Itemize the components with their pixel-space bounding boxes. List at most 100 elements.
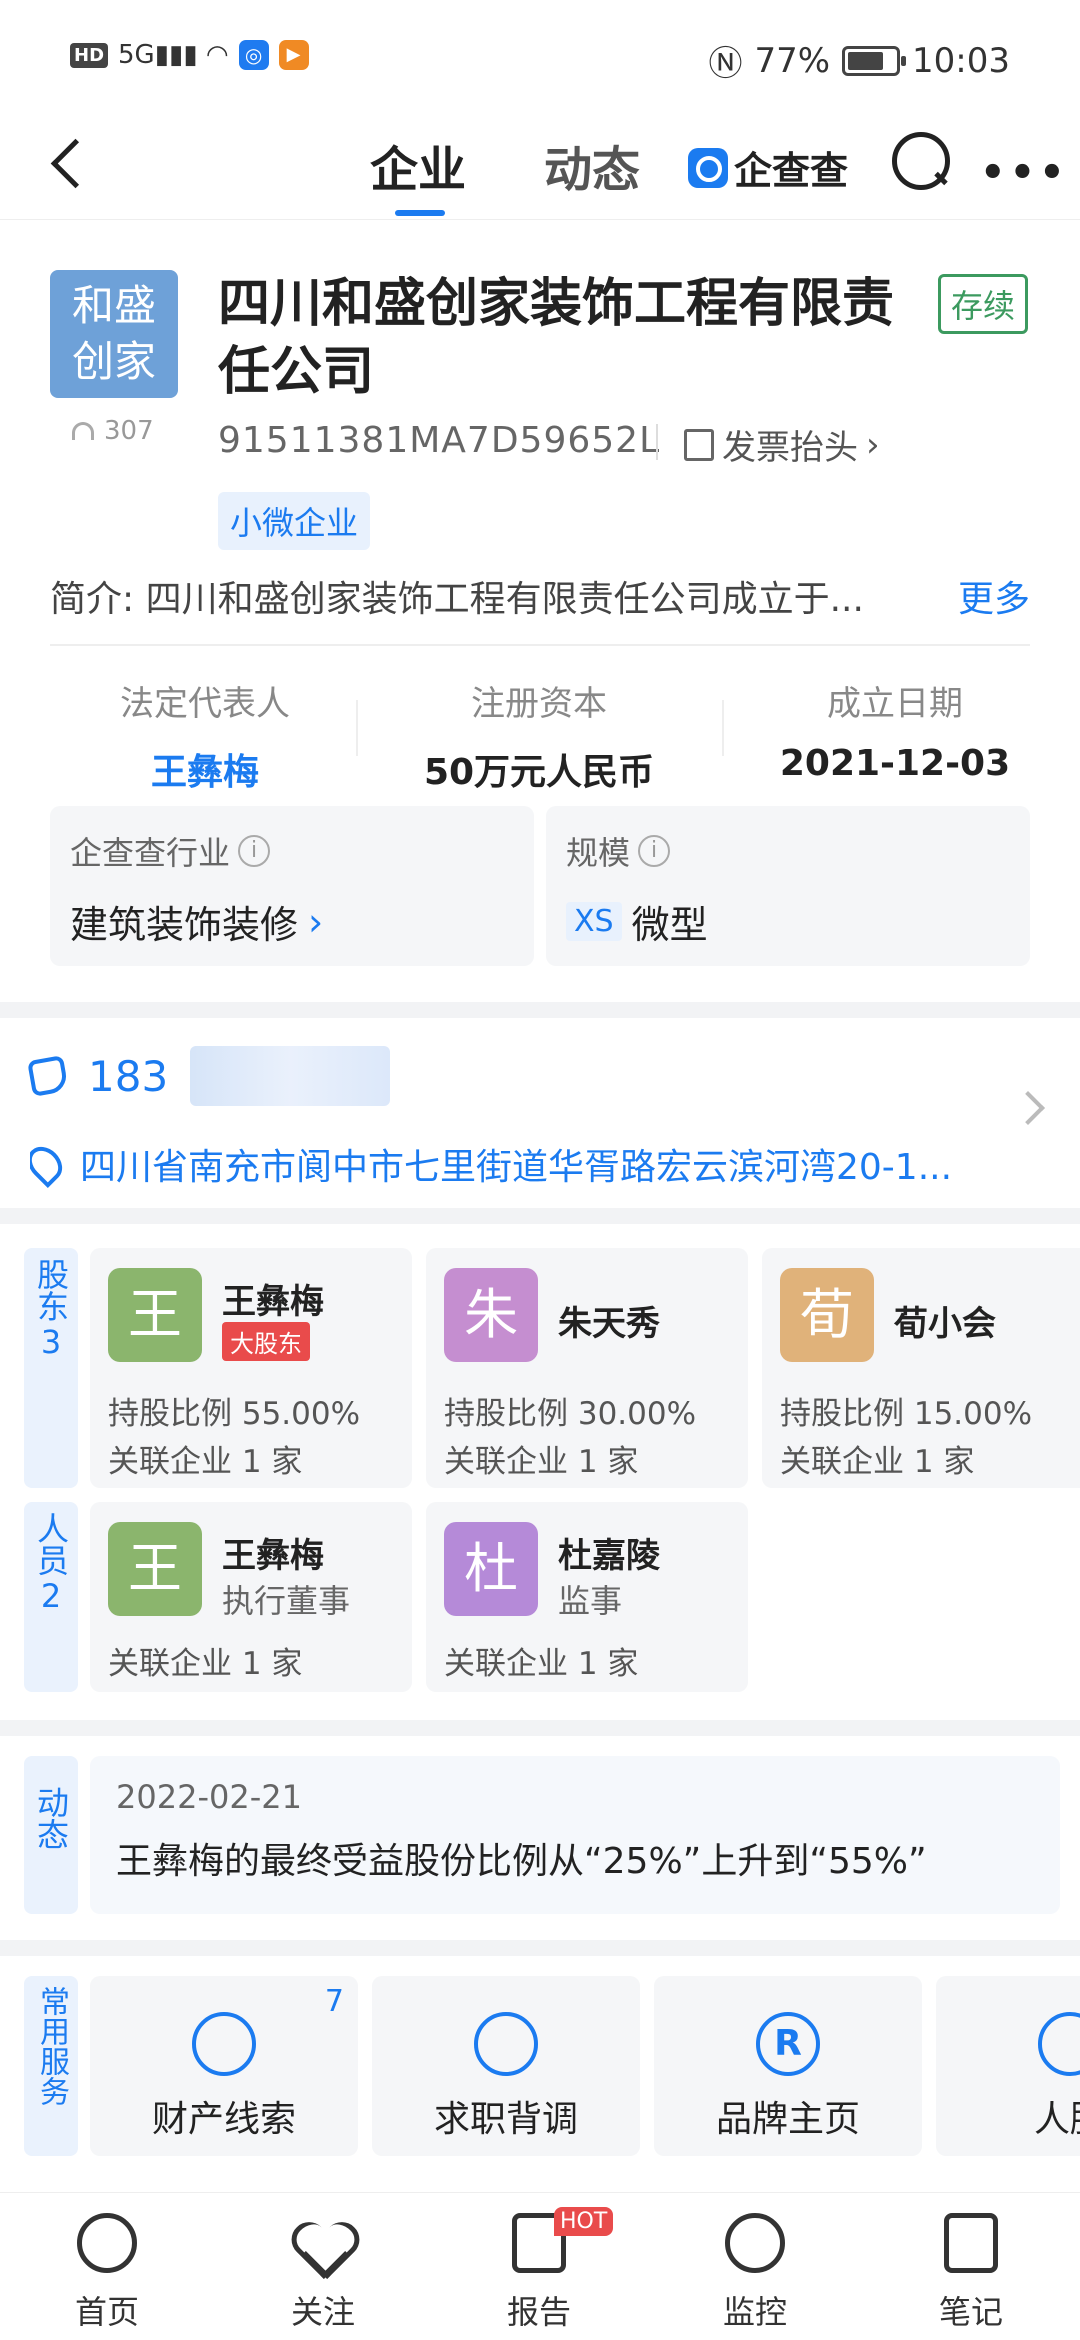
shareholders-count: 3 xyxy=(40,1323,62,1361)
personnel-label[interactable]: 人员 2 xyxy=(24,1502,78,1692)
share-ratio: 持股比例 55.00% xyxy=(108,1388,360,1433)
invoice-header-link[interactable]: 发票抬头 › xyxy=(684,420,880,469)
related-value: 1 家 xyxy=(913,1444,975,1480)
location-pin-icon xyxy=(30,1139,70,1189)
app-notification-icon: ◎ xyxy=(238,40,269,70)
shareholder-card[interactable]: 王 王彝梅 大股东 持股比例 55.00% 关联企业 1 家 xyxy=(90,1248,412,1488)
related-value: 1 家 xyxy=(577,1646,639,1682)
company-name: 四川和盛创家装饰工程有限责任公司 xyxy=(218,274,895,402)
company-tag[interactable]: 小微企业 xyxy=(218,492,371,550)
avatar: 朱 xyxy=(444,1268,538,1362)
tab-dynamics[interactable]: 动态 xyxy=(544,130,640,200)
section-gap xyxy=(0,1940,1080,1956)
related-companies: 关联企业 1 家 xyxy=(444,1436,638,1481)
services-label: 常用服务 xyxy=(24,1976,78,2156)
chevron-right-icon[interactable] xyxy=(1011,1091,1045,1125)
dynamic-label-text: 动态 xyxy=(32,1786,70,1850)
brand-logo: 企查查 xyxy=(688,140,848,195)
avatar: 王 xyxy=(108,1522,202,1616)
section-gap xyxy=(0,1002,1080,1018)
service-label: 品牌主页 xyxy=(715,2099,860,2140)
search-icon[interactable] xyxy=(890,130,950,190)
phone-row[interactable]: 183 xyxy=(27,1046,391,1106)
clock: 10:03 xyxy=(912,40,1010,81)
shareholder-card[interactable]: 荀 荀小会 持股比例 15.00% 关联企业 1 家 xyxy=(762,1248,1080,1488)
qcc-logo-icon xyxy=(688,147,728,188)
shareholder-card[interactable]: 朱 朱天秀 持股比例 30.00% 关联企业 1 家 xyxy=(426,1248,748,1488)
person-name: 王彝梅 xyxy=(222,1536,324,1576)
legal-rep[interactable]: 法定代表人 王彝梅 xyxy=(50,676,360,795)
person-role: 执行董事 xyxy=(222,1582,351,1620)
personnel-card[interactable]: 杜 杜嘉陵 监事 关联企业 1 家 xyxy=(426,1502,748,1692)
nav-bar: 企业 动态 企查查 ••• xyxy=(0,110,1080,220)
service-property-clue[interactable]: 7 财产线索 xyxy=(90,1976,358,2156)
phone-number[interactable]: 183 xyxy=(88,1052,168,1101)
dynamic-card[interactable]: 2022-02-21 王彝梅的最终受益股份比例从“25%”上升到“55%” xyxy=(90,1756,1060,1914)
related-label: 关联企业 xyxy=(444,1646,568,1682)
related-label: 关联企业 xyxy=(108,1646,232,1682)
more-icon[interactable]: ••• xyxy=(980,150,1069,196)
dynamic-text: 王彝梅的最终受益股份比例从“25%”上升到“55%” xyxy=(116,1841,927,1882)
info-icon[interactable]: i xyxy=(638,835,671,867)
capital-value: 50万元人民币 xyxy=(423,752,655,793)
invoice-icon xyxy=(684,428,714,461)
battery-icon xyxy=(842,45,907,76)
legal-rep-label: 法定代表人 xyxy=(120,684,290,724)
tab-monitor[interactable]: 监控 xyxy=(680,2213,830,2333)
industry-card[interactable]: 企查查行业 i 建筑装饰装修 › xyxy=(50,806,534,966)
related-value: 1 家 xyxy=(241,1444,303,1480)
divider xyxy=(656,424,658,460)
service-label: 求职背调 xyxy=(433,2099,578,2140)
tab-home[interactable]: 首页 xyxy=(32,2213,182,2333)
tab-report[interactable]: HOT 报告 xyxy=(464,2207,614,2333)
credit-code[interactable]: 91511381MA7D59652L xyxy=(218,420,660,461)
related-label: 关联企业 xyxy=(108,1444,232,1480)
scale-label: 规模 xyxy=(566,834,631,872)
related-companies: 关联企业 1 家 xyxy=(108,1638,302,1683)
view-count: 307 xyxy=(72,416,154,446)
avatar: 王 xyxy=(108,1268,202,1362)
phone-blurred xyxy=(190,1046,391,1106)
brand-name: 企查查 xyxy=(734,149,849,193)
status-badge: 存续 xyxy=(938,274,1029,334)
share-ratio: 持股比例 15.00% xyxy=(780,1388,1032,1433)
company-intro[interactable]: 简介: 四川和盛创家装饰工程有限责任公司成立于... 更多 xyxy=(50,570,1030,622)
divider xyxy=(356,700,358,756)
divider xyxy=(50,644,1030,646)
tab-company[interactable]: 企业 xyxy=(370,130,466,200)
dynamic-label[interactable]: 动态 xyxy=(24,1756,78,1914)
founded-label: 成立日期 xyxy=(827,684,963,724)
avatar: 杜 xyxy=(444,1522,538,1616)
avatar: 荀 xyxy=(780,1268,874,1362)
tab-label: 关注 xyxy=(290,2293,355,2331)
signal-icon: 5G▮▮▮ ◠ xyxy=(118,40,229,70)
views-icon xyxy=(72,422,94,440)
scale-value: 微型 xyxy=(631,903,708,947)
bottom-tab-bar: 首页 关注 HOT 报告 监控 笔记 xyxy=(0,2192,1080,2340)
intro-more-link[interactable]: 更多 xyxy=(945,570,1030,622)
related-label: 关联企业 xyxy=(780,1444,904,1480)
personnel-card[interactable]: 王 王彝梅 执行董事 关联企业 1 家 xyxy=(90,1502,412,1692)
logo-text-1: 和盛 xyxy=(71,281,156,330)
info-icon[interactable]: i xyxy=(238,835,271,867)
service-network[interactable]: 人脉 xyxy=(936,1976,1080,2156)
ratio-value: 15.00% xyxy=(913,1396,1033,1432)
service-brand-page[interactable]: R 品牌主页 xyxy=(654,1976,922,2156)
industry-label: 企查查行业 xyxy=(70,834,231,872)
company-logo: 和盛 创家 xyxy=(50,270,178,398)
monitor-icon xyxy=(725,2213,785,2273)
brand-r-icon: R xyxy=(756,2012,820,2076)
address-row[interactable]: 四川省南充市阆中市七里街道华胥路宏云滨河湾20-1... xyxy=(30,1138,990,1190)
tab-notes[interactable]: 笔记 xyxy=(896,2213,1046,2333)
service-job-check[interactable]: 求职背调 xyxy=(372,1976,640,2156)
person-name: 杜嘉陵 xyxy=(558,1536,660,1576)
status-bar: HD 5G▮▮▮ ◠ ◎ ▶ Ⓝ 77% 10:03 xyxy=(0,0,1080,110)
hot-badge: HOT xyxy=(554,2207,614,2236)
service-badge: 7 xyxy=(324,1984,344,2019)
legal-rep-value[interactable]: 王彝梅 xyxy=(50,743,360,795)
tab-label: 首页 xyxy=(74,2293,139,2331)
shareholders-label[interactable]: 股东 3 xyxy=(24,1248,78,1488)
back-icon[interactable] xyxy=(40,132,100,192)
tab-follow[interactable]: 关注 xyxy=(248,2213,398,2333)
divider xyxy=(722,700,724,756)
